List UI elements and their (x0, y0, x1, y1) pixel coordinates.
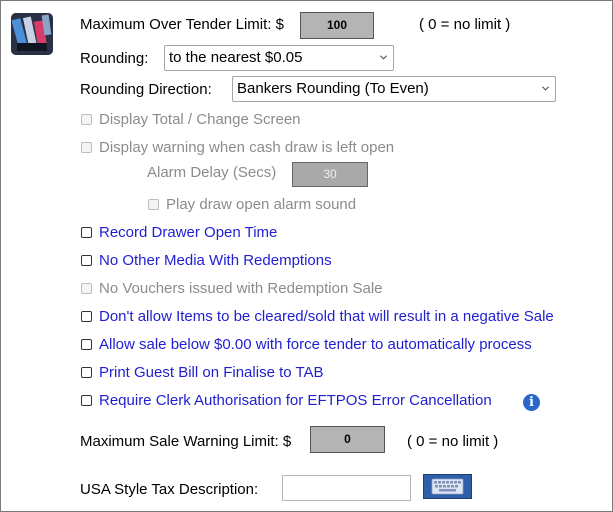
display-total-checkbox[interactable] (81, 114, 92, 125)
max-sale-warning-input[interactable]: 0 (310, 426, 385, 453)
keyboard-button[interactable] (423, 474, 472, 499)
rounding-direction-select[interactable]: Bankers Rounding (To Even) (232, 76, 556, 102)
rounding-select[interactable]: to the nearest $0.05 (164, 45, 394, 71)
dont-allow-negative-label[interactable]: Don't allow Items to be cleared/sold tha… (99, 308, 554, 325)
max-sale-warning-label: Maximum Sale Warning Limit: $ (80, 433, 292, 450)
alarm-delay-label: Alarm Delay (Secs) (147, 164, 277, 181)
usa-tax-input[interactable] (282, 475, 411, 501)
cash-draw-warning-checkbox[interactable] (81, 142, 92, 153)
print-guest-bill-checkbox[interactable] (81, 367, 92, 378)
play-alarm-label: Play draw open alarm sound (166, 196, 357, 213)
max-over-tender-label: Maximum Over Tender Limit: $ (80, 16, 284, 33)
rounding-label: Rounding: (80, 50, 149, 67)
chevron-down-icon (380, 55, 387, 60)
chevron-down-icon (542, 86, 549, 91)
keyboard-icon (431, 478, 464, 495)
cash-draw-warning-label: Display warning when cash draw is left o… (99, 139, 395, 156)
pos-terminal-logo-icon (11, 13, 53, 55)
record-drawer-checkbox[interactable] (81, 227, 92, 238)
require-clerk-auth-checkbox[interactable] (81, 395, 92, 406)
rounding-direction-label: Rounding Direction: (80, 81, 212, 98)
usa-tax-label: USA Style Tax Description: (80, 481, 259, 498)
allow-sale-below-label[interactable]: Allow sale below $0.00 with force tender… (99, 336, 532, 353)
max-over-tender-input[interactable]: 100 (300, 12, 374, 39)
record-drawer-label[interactable]: Record Drawer Open Time (99, 224, 277, 241)
no-vouchers-label: No Vouchers issued with Redemption Sale (99, 280, 383, 297)
print-guest-bill-label[interactable]: Print Guest Bill on Finalise to TAB (99, 364, 324, 381)
max-over-tender-hint: ( 0 = no limit ) (419, 16, 511, 33)
no-other-media-label[interactable]: No Other Media With Redemptions (99, 252, 332, 269)
allow-sale-below-checkbox[interactable] (81, 339, 92, 350)
require-clerk-auth-label[interactable]: Require Clerk Authorisation for EFTPOS E… (99, 392, 492, 409)
rounding-direction-select-value: Bankers Rounding (To Even) (237, 80, 429, 97)
rounding-select-value: to the nearest $0.05 (169, 49, 303, 66)
info-icon[interactable]: i (523, 394, 540, 411)
no-other-media-checkbox[interactable] (81, 255, 92, 266)
no-vouchers-checkbox[interactable] (81, 283, 92, 294)
alarm-delay-input[interactable]: 30 (292, 162, 368, 187)
dont-allow-negative-checkbox[interactable] (81, 311, 92, 322)
play-alarm-checkbox[interactable] (148, 199, 159, 210)
max-sale-warning-hint: ( 0 = no limit ) (407, 433, 499, 450)
display-total-label: Display Total / Change Screen (99, 111, 301, 128)
